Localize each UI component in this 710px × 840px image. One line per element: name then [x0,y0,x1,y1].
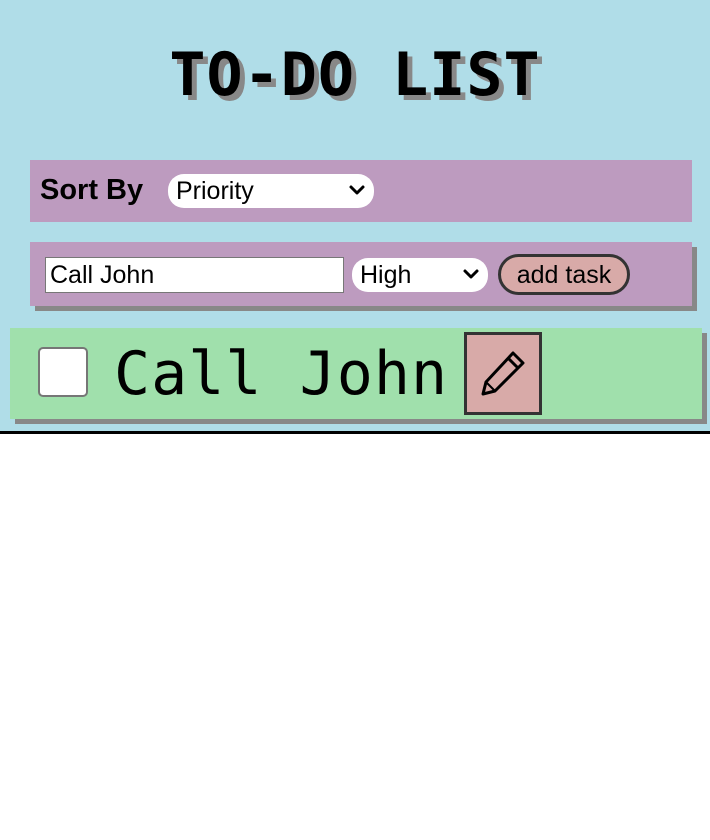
sort-label: Sort By [40,174,144,206]
task-row: Call John [10,328,702,419]
edit-task-button[interactable] [464,332,542,415]
task-input[interactable] [45,257,344,293]
page-title: TO-DO LIST [169,40,541,110]
sort-select-value: Priority [176,177,254,205]
chevron-down-icon [463,269,479,279]
pencil-icon [481,351,525,396]
priority-select-value: High [360,261,412,289]
priority-select[interactable]: High [352,258,488,292]
task-checkbox[interactable] [38,347,88,397]
add-task-bar: High add task [30,242,692,306]
task-text: Call John [114,339,449,409]
sort-select[interactable]: Priority [168,174,374,208]
sort-bar: Sort By Priority [30,160,692,222]
add-task-button[interactable]: add task [498,254,630,295]
todo-app: TO-DO LIST Sort By Priority High add tas… [0,0,710,434]
chevron-down-icon [349,185,365,195]
